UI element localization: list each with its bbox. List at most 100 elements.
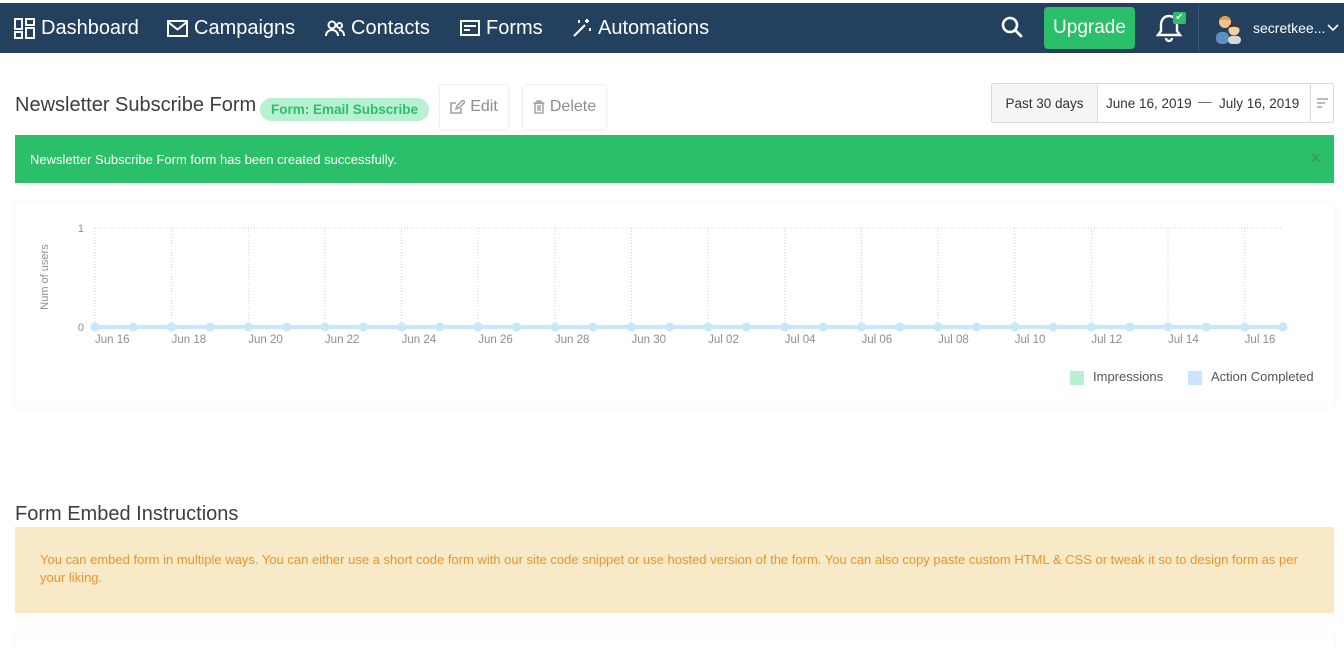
form-type-badge: Form: Email Subscribe <box>260 98 430 121</box>
form-icon <box>460 20 480 36</box>
x-tick-label: Jul 14 <box>1168 334 1199 346</box>
nav-divider <box>1198 3 1199 53</box>
data-point <box>1163 322 1173 332</box>
close-icon[interactable]: × <box>1310 149 1321 167</box>
data-point <box>703 322 713 332</box>
x-tick-label: Jun 30 <box>632 334 667 346</box>
avatar[interactable] <box>1214 12 1244 44</box>
page-title: Newsletter Subscribe Form <box>15 94 257 116</box>
search-icon[interactable] <box>1001 16 1023 38</box>
nav-campaigns[interactable]: Campaigns <box>167 3 295 53</box>
embed-instructions-alert: You can embed form in multiple ways. You… <box>15 527 1334 613</box>
x-tick-label: Jun 18 <box>172 334 207 346</box>
trash-icon <box>533 100 545 114</box>
nav-automations[interactable]: Automations <box>572 3 709 53</box>
x-tick-label: Jun 24 <box>402 334 437 346</box>
user-menu[interactable]: secretkee... <box>1253 3 1339 53</box>
y-tick-label: 1 <box>78 223 84 235</box>
data-point <box>473 322 483 332</box>
upgrade-button[interactable]: Upgrade <box>1044 7 1135 49</box>
data-point <box>243 322 253 332</box>
data-point <box>741 322 751 332</box>
data-point <box>205 322 215 332</box>
success-alert: Newsletter Subscribe Form form has been … <box>15 135 1334 183</box>
y-axis-label: Num of users <box>39 244 51 310</box>
nav-contacts[interactable]: Contacts <box>325 3 430 53</box>
date-end: July 16, 2019 <box>1219 95 1300 111</box>
notification-badge: ✔ <box>1173 12 1186 24</box>
y-tick-label: 0 <box>78 322 84 334</box>
legend-label: Action Completed <box>1211 369 1314 384</box>
legend-label: Impressions <box>1093 369 1164 384</box>
nav-dashboard-label: Dashboard <box>41 16 139 39</box>
delete-button[interactable]: Delete <box>522 84 607 130</box>
users-icon <box>325 20 345 36</box>
nav-dashboard[interactable]: Dashboard <box>14 3 139 53</box>
data-point <box>818 322 828 332</box>
x-tick-label: Jun 16 <box>95 334 130 346</box>
nav-forms[interactable]: Forms <box>460 3 543 53</box>
data-point <box>512 322 522 332</box>
x-tick-label: Jul 08 <box>938 334 969 346</box>
data-point <box>627 322 637 332</box>
stats-chart-card: 1 0 Num of users Jun 16 Jun 18 Jun 20 Jun 22 Ju… <box>15 203 1334 407</box>
date-preset-button[interactable]: Past 30 days <box>992 84 1098 122</box>
date-start: June 16, 2019 <box>1106 95 1192 111</box>
x-tick-label: Jul 16 <box>1245 334 1276 346</box>
nav-forms-label: Forms <box>486 16 543 39</box>
data-point <box>282 322 292 332</box>
menu-lines-icon <box>1316 98 1328 108</box>
data-point <box>1201 322 1211 332</box>
data-point <box>588 322 598 332</box>
x-tick-label: Jul 06 <box>861 334 892 346</box>
data-point <box>780 322 790 332</box>
x-tick-label: Jun 28 <box>555 334 590 346</box>
data-point <box>90 322 100 332</box>
x-tick-label: Jun 20 <box>248 334 283 346</box>
magic-wand-icon <box>573 19 591 37</box>
embed-instructions-message: You can embed form in multiple ways. You… <box>40 552 1298 585</box>
data-point <box>1010 322 1020 332</box>
data-point <box>358 322 368 332</box>
x-tick-label: Jul 04 <box>785 334 816 346</box>
nav-automations-label: Automations <box>598 16 710 39</box>
data-point <box>550 322 560 332</box>
top-navbar: Dashboard Campaigns Contacts Forms Autom… <box>0 0 1344 53</box>
x-tick-label: Jun 22 <box>325 334 360 346</box>
data-point <box>971 322 981 332</box>
nav-campaigns-label: Campaigns <box>194 16 296 39</box>
date-range-input[interactable]: June 16, 2019 — July 16, 2019 <box>1098 84 1310 122</box>
legend-swatch <box>1188 371 1202 385</box>
x-tick-label: Jun 26 <box>478 334 513 346</box>
success-alert-message: Newsletter Subscribe Form form has been … <box>30 151 397 167</box>
data-point <box>895 322 905 332</box>
edit-icon <box>450 100 466 114</box>
data-point <box>128 322 138 332</box>
data-point <box>665 322 675 332</box>
edit-button[interactable]: Edit <box>439 84 509 130</box>
embed-section-title: Form Embed Instructions <box>15 503 239 525</box>
date-range-picker: Past 30 days June 16, 2019 — July 16, 20… <box>991 83 1334 123</box>
data-point <box>1048 322 1058 332</box>
embed-code-card <box>15 633 1334 648</box>
data-point <box>1086 322 1096 332</box>
x-tick-label: Jul 12 <box>1091 334 1122 346</box>
date-menu-toggle[interactable] <box>1310 84 1333 122</box>
dashboard-icon <box>14 17 35 39</box>
nav-contacts-label: Contacts <box>351 16 430 39</box>
username-label: secretkee... <box>1253 20 1326 36</box>
x-tick-label: Jul 10 <box>1015 334 1046 346</box>
x-tick-label: Jul 02 <box>708 334 739 346</box>
data-point <box>933 322 943 332</box>
data-point <box>1125 322 1135 332</box>
chevron-down-icon <box>1327 24 1339 32</box>
delete-label: Delete <box>549 98 597 115</box>
data-point <box>435 322 445 332</box>
envelope-icon <box>167 19 188 37</box>
data-point <box>167 322 177 332</box>
legend-swatch <box>1070 371 1084 385</box>
data-point <box>1278 322 1288 332</box>
edit-label: Edit <box>470 98 498 115</box>
data-point <box>856 322 866 332</box>
stats-line-chart: 1 0 Num of users Jun 16 Jun 18 Jun 20 Jun 22 Ju… <box>39 223 1314 385</box>
